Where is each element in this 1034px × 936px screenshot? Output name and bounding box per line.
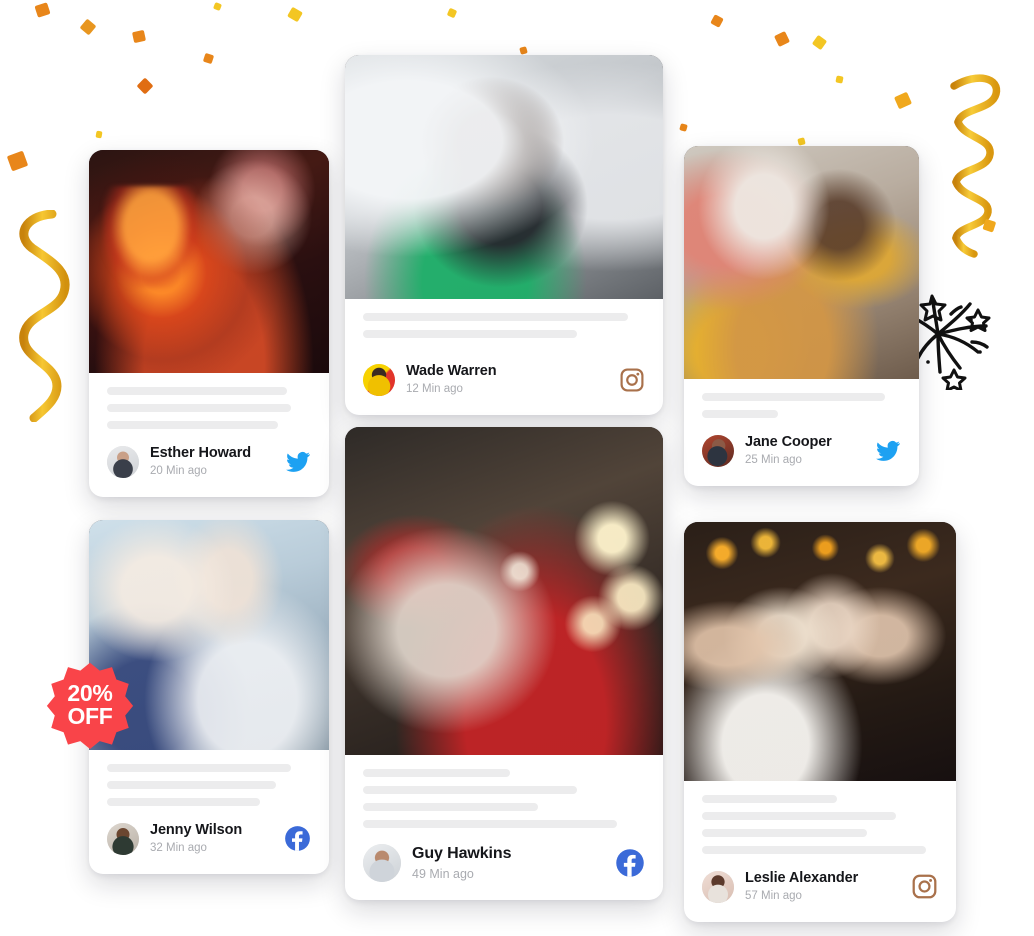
post-footer: Jane Cooper 25 Min ago xyxy=(684,418,919,486)
post-text-skeleton xyxy=(345,755,663,828)
confetti-piece xyxy=(287,6,303,23)
post-meta: Jenny Wilson 32 Min ago xyxy=(150,822,273,856)
post-card-esther-howard[interactable]: Esther Howard 20 Min ago xyxy=(89,150,329,497)
avatar[interactable] xyxy=(702,870,734,903)
confetti-piece xyxy=(446,7,458,19)
user-name: Guy Hawkins xyxy=(412,845,512,863)
twitter-icon[interactable] xyxy=(285,449,311,475)
confetti-piece xyxy=(773,30,791,48)
confetti-piece xyxy=(6,150,29,172)
post-meta: Leslie Alexander 57 Min ago xyxy=(745,870,900,904)
post-meta: Esther Howard 20 Min ago xyxy=(150,445,274,479)
confetti-piece xyxy=(136,77,154,95)
confetti-piece xyxy=(797,137,806,146)
facebook-icon[interactable] xyxy=(284,825,311,852)
discount-off-label: OFF xyxy=(67,703,113,729)
collage-canvas: Esther Howard 20 Min ago Wade Warren 12 … xyxy=(0,0,1034,936)
post-meta: Guy Hawkins 49 Min ago xyxy=(412,844,604,881)
post-image-christmas-gift xyxy=(345,427,663,755)
confetti-piece xyxy=(79,18,97,36)
post-footer: Guy Hawkins 49 Min ago xyxy=(345,828,663,900)
avatar[interactable] xyxy=(702,434,734,467)
confetti-piece xyxy=(679,123,688,132)
twitter-icon[interactable] xyxy=(875,438,901,464)
user-name: Esther Howard xyxy=(150,444,252,461)
avatar[interactable] xyxy=(107,445,139,478)
post-image-family-dinner xyxy=(684,146,919,379)
post-meta: Wade Warren 12 Min ago xyxy=(406,363,608,397)
instagram-icon[interactable] xyxy=(911,873,938,900)
post-timestamp: 49 Min ago xyxy=(412,866,474,881)
post-card-wade-warren[interactable]: Wade Warren 12 Min ago xyxy=(345,55,663,415)
discount-percent: 20% xyxy=(67,679,113,706)
post-timestamp: 57 Min ago xyxy=(745,890,802,903)
instagram-icon[interactable] xyxy=(619,367,645,393)
confetti-piece xyxy=(212,1,223,12)
confetti-piece xyxy=(811,34,828,51)
post-meta: Jane Cooper 25 Min ago xyxy=(745,434,864,468)
confetti-piece xyxy=(519,46,528,55)
confetti-piece xyxy=(835,75,844,84)
firework-burst-icon xyxy=(908,290,1002,392)
avatar[interactable] xyxy=(107,822,139,855)
post-timestamp: 12 Min ago xyxy=(406,383,463,396)
post-timestamp: 32 Min ago xyxy=(150,842,207,855)
confetti-piece xyxy=(131,29,147,44)
post-text-skeleton xyxy=(684,379,919,418)
post-footer: Esther Howard 20 Min ago xyxy=(89,429,329,497)
avatar[interactable] xyxy=(363,844,401,882)
post-image-grocery-shopping xyxy=(345,55,663,299)
post-footer: Jenny Wilson 32 Min ago xyxy=(89,806,329,874)
ribbon-streamer-right xyxy=(934,62,1030,260)
post-card-jane-cooper[interactable]: Jane Cooper 25 Min ago xyxy=(684,146,919,486)
user-name: Leslie Alexander xyxy=(745,869,859,886)
confetti-piece xyxy=(95,130,103,139)
post-text-skeleton xyxy=(89,373,329,429)
post-timestamp: 20 Min ago xyxy=(150,465,207,478)
avatar[interactable] xyxy=(363,363,395,396)
confetti-piece xyxy=(893,91,913,110)
confetti-piece xyxy=(710,14,724,28)
user-name: Jenny Wilson xyxy=(150,821,243,838)
post-text-skeleton xyxy=(684,781,956,854)
post-footer: Wade Warren 12 Min ago xyxy=(345,347,663,415)
post-footer: Leslie Alexander 57 Min ago xyxy=(684,854,956,922)
post-text-skeleton xyxy=(89,750,329,806)
confetti-piece xyxy=(34,2,51,18)
discount-badge[interactable]: 20% OFF xyxy=(46,661,134,749)
user-name: Jane Cooper xyxy=(745,433,832,450)
post-card-leslie-alexander[interactable]: Leslie Alexander 57 Min ago xyxy=(684,522,956,922)
post-image-halloween xyxy=(89,150,329,373)
post-card-guy-hawkins[interactable]: Guy Hawkins 49 Min ago xyxy=(345,427,663,900)
post-text-skeleton xyxy=(345,299,663,338)
confetti-piece xyxy=(202,52,215,65)
facebook-icon[interactable] xyxy=(615,848,645,878)
ribbon-streamer-left xyxy=(8,209,80,423)
post-timestamp: 25 Min ago xyxy=(745,454,802,467)
discount-badge-text: 20% OFF xyxy=(67,679,113,729)
post-image-new-year-party xyxy=(684,522,956,781)
user-name: Wade Warren xyxy=(406,362,497,379)
